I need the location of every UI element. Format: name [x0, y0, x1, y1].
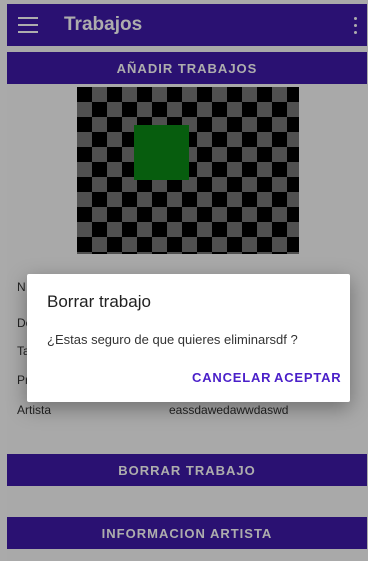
delete-dialog: Borrar trabajo ¿Estas seguro de que quie…: [27, 274, 350, 402]
accept-button[interactable]: ACEPTAR: [274, 370, 341, 385]
cancel-button[interactable]: CANCELAR: [192, 370, 271, 385]
dialog-message: ¿Estas seguro de que quieres eliminarsdf…: [47, 332, 298, 347]
dialog-title: Borrar trabajo: [47, 292, 151, 311]
